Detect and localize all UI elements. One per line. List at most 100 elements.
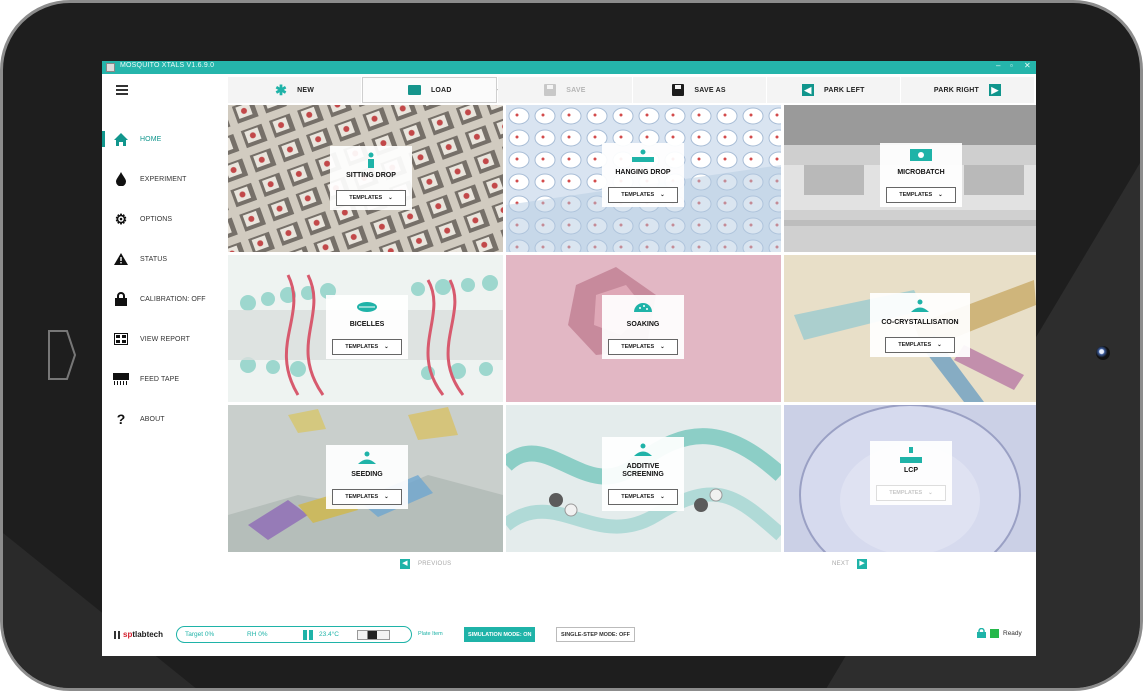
park-left-button[interactable]: ◀ PARK LEFT [766, 77, 900, 103]
maximize-button[interactable]: ▫ [1010, 61, 1013, 70]
tile-title-line1: ADDITIVE [626, 463, 660, 470]
templates-label: TEMPLATES [345, 344, 379, 350]
tile-sitting-drop[interactable]: SITTING DROP TEMPLATES ⌄ [228, 105, 503, 252]
tile-title: BICELLES [349, 321, 385, 328]
next-button[interactable]: NEXT ▶ [832, 553, 868, 575]
chevron-down-icon: ⌄ [938, 192, 943, 198]
sidebar-item-status[interactable]: STATUS [102, 245, 228, 273]
load-button[interactable]: LOAD ▾ [362, 77, 501, 103]
chevron-down-icon: ⌄ [384, 344, 389, 350]
templates-label: TEMPLATES [898, 342, 932, 348]
tile-title: MICROBATCH [897, 169, 945, 176]
soaking-icon [634, 303, 652, 312]
folder-icon [407, 85, 421, 95]
menu-icon[interactable] [116, 85, 128, 95]
bicelles-icon [357, 302, 377, 312]
sidebar-item-view-report[interactable]: VIEW REPORT [102, 325, 228, 353]
tile-hanging-drop[interactable]: HANGING DROP TEMPLATES ⌄ [506, 105, 781, 252]
lock-icon [113, 291, 129, 307]
save-button[interactable]: SAVE [498, 77, 632, 103]
tile-title: ADDITIVE SCREENING [602, 463, 684, 479]
templates-label: TEMPLATES [899, 192, 933, 198]
save-as-icon [672, 84, 685, 96]
templates-label: TEMPLATES [889, 490, 923, 496]
drop-icon [113, 171, 129, 187]
hanging-drop-icon [632, 149, 654, 162]
templates-dropdown[interactable]: TEMPLATES ⌄ [876, 485, 946, 501]
co-crystallisation-icon [911, 299, 929, 312]
sidebar-item-experiment[interactable]: EXPERIMENT [102, 165, 228, 193]
sidebar-item-label: FEED TAPE [140, 375, 180, 383]
sidebar-item-about[interactable]: ? ABOUT [102, 405, 228, 433]
sidebar-item-home[interactable]: HOME [102, 125, 228, 153]
gear-icon: ⚙ [114, 210, 128, 227]
tile-card: HANGING DROP TEMPLATES ⌄ [602, 143, 684, 207]
simulation-mode-button[interactable]: SIMULATION MODE: ON [464, 627, 536, 642]
templates-dropdown[interactable]: TEMPLATES ⌄ [336, 190, 406, 206]
templates-dropdown[interactable]: TEMPLATES ⌄ [608, 339, 678, 355]
brand-suffix: tlabtech [132, 630, 164, 639]
tablet-frame: MOSQUITO XTALS V1.6.9.0 – ▫ ✕ ✱ NEW LOAD… [0, 0, 1143, 691]
close-button[interactable]: ✕ [1024, 61, 1031, 70]
templates-label: TEMPLATES [621, 192, 655, 198]
new-button[interactable]: ✱ NEW [228, 77, 362, 103]
templates-dropdown[interactable]: TEMPLATES ⌄ [608, 489, 678, 505]
window-title: MOSQUITO XTALS V1.6.9.0 [120, 62, 215, 69]
park-right-button[interactable]: PARK RIGHT ▶ [900, 77, 1035, 103]
title-bar: MOSQUITO XTALS V1.6.9.0 – ▫ ✕ [102, 61, 1036, 74]
templates-dropdown[interactable]: TEMPLATES ⌄ [332, 339, 402, 355]
previous-button[interactable]: ◀ PREVIOUS [400, 553, 451, 575]
question-icon: ? [116, 411, 126, 427]
sidebar-item-label: STATUS [140, 255, 168, 263]
save-as-button[interactable]: SAVE AS [632, 77, 766, 103]
app-icon [106, 63, 115, 72]
templates-label: TEMPLATES [345, 494, 379, 500]
asterisk-icon: ✱ [275, 82, 288, 98]
tile-co-crystallisation[interactable]: CO-CRYSTALLISATION TEMPLATES ⌄ [784, 255, 1036, 402]
tile-seeding[interactable]: SEEDING TEMPLATES ⌄ [228, 405, 503, 552]
side-tab-icon [48, 330, 77, 380]
status-bar: sptlabtech Target 0% RH 0% 23.4°C Plate … [102, 623, 1036, 647]
tile-microbatch[interactable]: MICROBATCH TEMPLATES ⌄ [784, 105, 1036, 252]
templates-dropdown[interactable]: TEMPLATES ⌄ [886, 187, 956, 203]
templates-dropdown[interactable]: TEMPLATES ⌄ [885, 337, 955, 353]
lock-status-icon [977, 628, 986, 638]
ready-status: Ready [1003, 630, 1022, 637]
arrow-right-icon: ▶ [857, 559, 868, 569]
tile-card: SOAKING TEMPLATES ⌄ [602, 295, 684, 359]
tile-card: MICROBATCH TEMPLATES ⌄ [880, 143, 962, 207]
templates-dropdown[interactable]: TEMPLATES ⌄ [608, 187, 678, 203]
temperature: 23.4°C [319, 631, 339, 638]
experiment-grid: SITTING DROP TEMPLATES ⌄ HANGING DROP TE… [228, 105, 1036, 552]
target-humidity: Target 0% [185, 631, 215, 638]
previous-label: PREVIOUS [418, 561, 452, 567]
next-label: NEXT [832, 561, 850, 567]
arrow-left-icon: ◀ [400, 559, 410, 569]
tile-title-line2: SCREENING [622, 471, 664, 478]
minimize-button[interactable]: – [996, 61, 1000, 70]
lcp-icon [900, 447, 922, 463]
tile-lcp[interactable]: LCP TEMPLATES ⌄ [784, 405, 1036, 552]
tile-soaking[interactable]: SOAKING TEMPLATES ⌄ [506, 255, 781, 402]
sitting-drop-icon [368, 152, 374, 168]
tile-title: SEEDING [351, 471, 383, 478]
sidebar-item-calibration[interactable]: CALIBRATION: OFF [102, 285, 228, 313]
new-label: NEW [297, 86, 315, 94]
sidebar-item-label: HOME [140, 135, 162, 143]
report-icon [113, 331, 129, 347]
tile-bicelles[interactable]: BICELLES TEMPLATES ⌄ [228, 255, 503, 402]
sidebar-item-label: VIEW REPORT [140, 335, 190, 343]
single-step-mode-button[interactable]: SINGLE-STEP MODE: OFF [556, 627, 635, 642]
toolbar: ✱ NEW LOAD ▾ SAVE SAVE AS ◀ PARK LEFT P [228, 77, 1035, 103]
ready-indicator [990, 629, 999, 638]
pager: ◀ PREVIOUS NEXT ▶ [228, 553, 1036, 575]
tape-icon [113, 371, 129, 387]
chevron-down-icon: ⌄ [937, 342, 942, 348]
templates-dropdown[interactable]: TEMPLATES ⌄ [332, 489, 402, 505]
sidebar-item-options[interactable]: ⚙ OPTIONS [102, 205, 228, 233]
tile-card: ADDITIVE SCREENING TEMPLATES ⌄ [602, 437, 684, 511]
microbatch-icon [910, 149, 932, 161]
sidebar-item-feed-tape[interactable]: FEED TAPE [102, 365, 228, 393]
tile-additive-screening[interactable]: ADDITIVE SCREENING TEMPLATES ⌄ [506, 405, 781, 552]
sidebar-item-label: CALIBRATION: OFF [140, 295, 206, 303]
